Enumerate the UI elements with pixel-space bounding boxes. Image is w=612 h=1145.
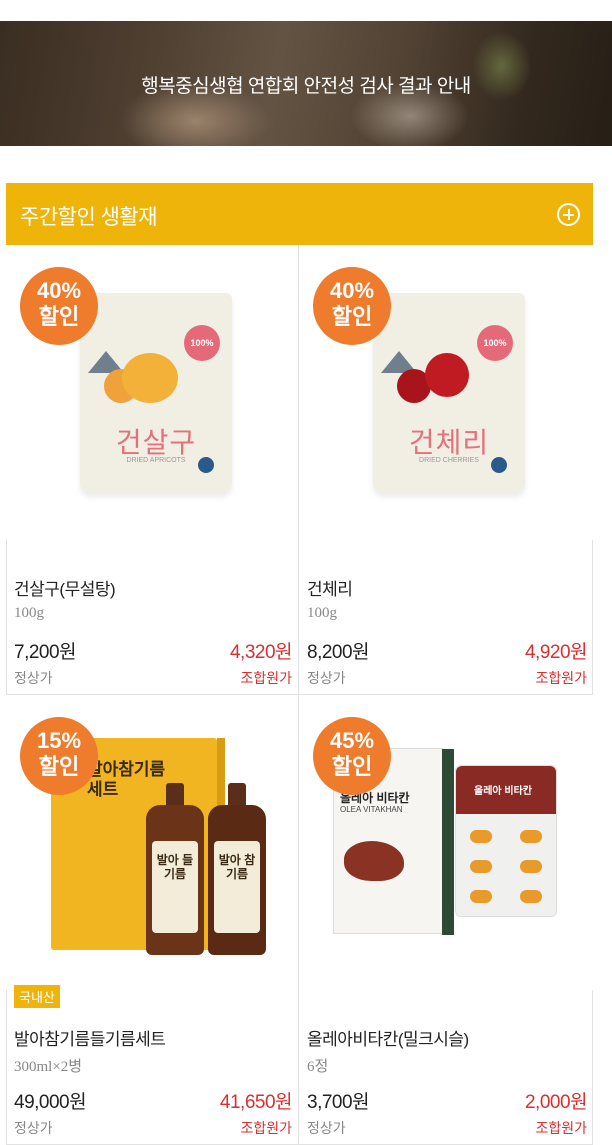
bottle-label: 발아 들기름 [152,841,198,933]
regular-price: 3,700원 [307,1092,370,1113]
regular-price: 8,200원 [307,642,370,663]
regular-price-label: 정상가 [14,1120,53,1136]
product-name[interactable]: 발아참기름들기름세트 [14,1025,166,1050]
product-name[interactable]: 건살구(무설탕) [14,575,116,600]
pill-icon [520,860,542,873]
product-spec: 100g [14,605,44,621]
box-side [442,749,454,935]
badge-label: 할인 [38,754,80,779]
blister-header: 올레아 비타칸 [456,766,556,814]
product-card[interactable]: 45% 할인 올레아 비타칸 OLEA VITAKHAN 올레아 비타칸 올레아… [299,695,593,1145]
regular-price: 7,200원 [14,642,77,663]
pill-icon [470,860,492,873]
fairtrade-icon [491,457,507,473]
member-price-label: 조합원가 [535,670,587,686]
product-image[interactable]: 15% 할인 발아참기름 세트 발아 들기름 발아 참기름 국내산 [6,695,298,1008]
pill-icon [520,890,542,903]
package-title: 건살구 [115,427,197,458]
product-name[interactable]: 건체리 [307,575,353,600]
origin-badge: 국내산 [14,985,60,1008]
member-price: 2,000원 [524,1092,588,1113]
product-spec: 100g [307,605,337,621]
fairtrade-icon [198,457,214,473]
package-title: 건체리 [408,427,490,458]
product-card[interactable]: 40% 할인 100% 건살구 DRIED APRICOTS 건살구(무설탕) … [6,245,299,695]
product-image[interactable]: 45% 할인 올레아 비타칸 OLEA VITAKHAN 올레아 비타칸 [299,695,593,990]
cherry-icon [425,353,469,397]
liver-icon [344,841,404,881]
member-price: 4,920원 [524,642,588,663]
member-price: 4,320원 [229,642,293,663]
badge-label: 할인 [331,754,373,779]
cherry-pouch: 100% 건체리 DRIED CHERRIES [373,293,525,493]
member-price-label: 조합원가 [240,670,292,686]
member-price-label: 조합원가 [240,1120,292,1136]
product-spec: 6정 [307,1059,329,1075]
badge-percent: 40% [329,278,375,303]
discount-badge: 40% 할인 [20,267,98,345]
bottle-label-text: 발아 들기름 [156,853,194,881]
product-image[interactable]: 40% 할인 100% 건살구 DRIED APRICOTS [6,245,298,540]
product-card[interactable]: 15% 할인 발아참기름 세트 발아 들기름 발아 참기름 국내산 발아참기름들… [6,695,299,1145]
apricot-icon [122,353,178,403]
product-spec: 300ml×2병 [14,1059,83,1075]
safety-banner[interactable]: 행복중심생협 연합회 안전성 검사 결과 안내 [0,21,612,146]
product-image[interactable]: 40% 할인 100% 건체리 DRIED CHERRIES [299,245,593,540]
discount-badge: 40% 할인 [313,267,391,345]
plus-circle-icon[interactable] [557,203,580,226]
blister-label: 올레아 비타칸 [474,786,532,797]
badge-percent: 45% [329,728,375,753]
pill-icon [520,830,542,843]
badge-label: 할인 [331,304,373,329]
section-title: 주간할인 생활재 [20,206,158,229]
blister-pack: 올레아 비타칸 [455,765,557,917]
regular-price: 49,000원 [14,1092,87,1113]
regular-price-label: 정상가 [307,670,346,686]
package-tag: 100% [477,325,513,361]
product-name[interactable]: 올레아비타칸(밀크시슬) [307,1025,469,1050]
bottle-label-text: 발아 참기름 [218,853,256,881]
member-price: 41,650원 [219,1092,293,1113]
member-price-label: 조합원가 [535,1120,587,1136]
bottle-label: 발아 참기름 [214,841,260,933]
oil-bottle: 발아 참기름 [208,783,266,955]
badge-percent: 40% [36,278,82,303]
badge-label: 할인 [38,304,80,329]
package-subtitle: OLEA VITAKHAN [340,805,403,814]
pill-icon [470,830,492,843]
section-header: 주간할인 생활재 [6,183,593,245]
discount-badge: 45% 할인 [313,717,391,795]
package-tag: 100% [184,325,220,361]
banner-title: 행복중심생협 연합회 안전성 검사 결과 안내 [141,76,471,97]
product-card[interactable]: 40% 할인 100% 건체리 DRIED CHERRIES 건체리 100g … [299,245,593,695]
pill-icon [470,890,492,903]
apricot-pouch: 100% 건살구 DRIED APRICOTS [80,293,232,493]
badge-percent: 15% [36,728,82,753]
regular-price-label: 정상가 [307,1120,346,1136]
regular-price-label: 정상가 [14,670,53,686]
discount-badge: 15% 할인 [20,717,98,795]
oil-bottle: 발아 들기름 [146,783,204,955]
